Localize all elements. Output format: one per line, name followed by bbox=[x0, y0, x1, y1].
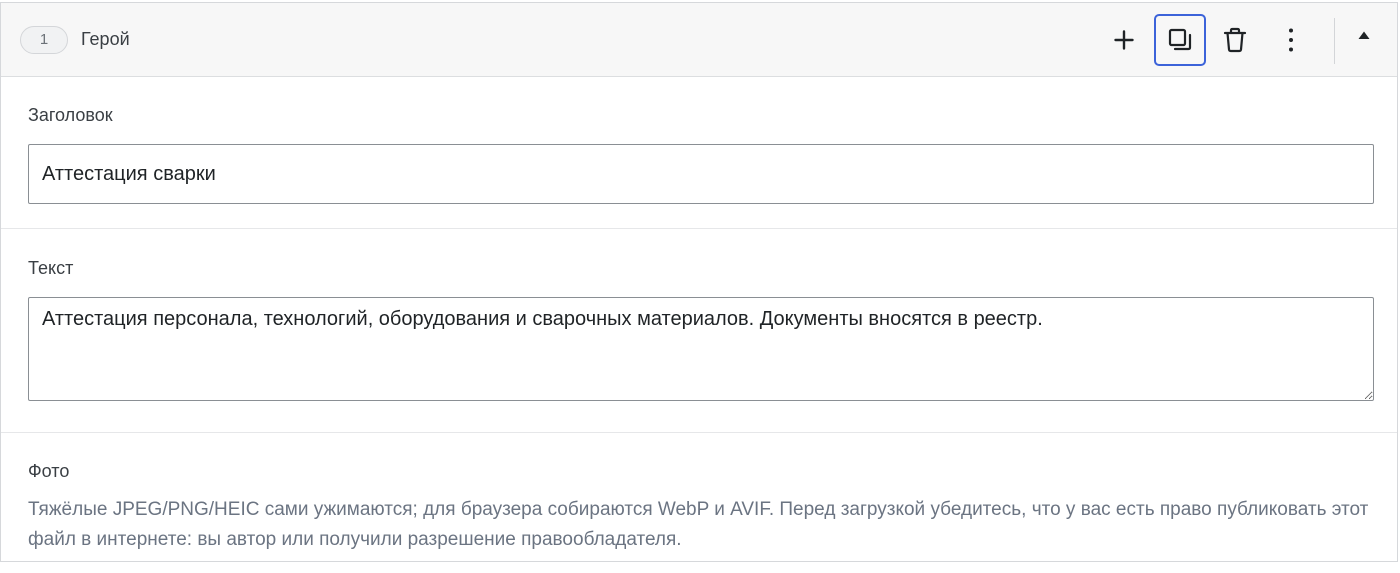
duplicate-block-button[interactable] bbox=[1154, 14, 1206, 66]
trash-icon bbox=[1223, 27, 1247, 53]
heading-field-section: Заголовок bbox=[1, 77, 1397, 229]
plus-icon bbox=[1114, 30, 1134, 50]
photo-field-label: Фото bbox=[28, 461, 70, 481]
content-block-panel: 1 Герой Заголовок Аттестация сварки Текс… bbox=[0, 2, 1398, 562]
more-vertical-icon bbox=[1289, 28, 1293, 52]
triangle-up-icon bbox=[1358, 31, 1370, 39]
toolbar-divider bbox=[1334, 18, 1335, 64]
block-header: 1 Герой bbox=[1, 3, 1397, 77]
block-number-badge: 1 bbox=[20, 26, 68, 54]
copy-icon bbox=[1168, 28, 1192, 51]
add-block-button[interactable] bbox=[1098, 14, 1150, 66]
photo-field-section: Фото Тяжёлые JPEG/PNG/HEIC сами ужимаютс… bbox=[1, 433, 1397, 573]
text-textarea[interactable]: Аттестация персонала, технологий, оборуд… bbox=[28, 297, 1374, 401]
heading-input[interactable] bbox=[28, 144, 1374, 204]
photo-help-text: Тяжёлые JPEG/PNG/HEIC сами ужимаются; дл… bbox=[28, 499, 1369, 550]
heading-field-label: Заголовок bbox=[28, 105, 113, 125]
collapse-block-button[interactable] bbox=[1338, 11, 1390, 59]
block-title: Герой bbox=[81, 29, 130, 49]
delete-block-button[interactable] bbox=[1209, 14, 1261, 66]
more-options-button[interactable] bbox=[1265, 14, 1317, 66]
text-field-label: Текст bbox=[28, 258, 74, 278]
text-field-section: Текст Аттестация персонала, технологий, … bbox=[1, 229, 1397, 433]
